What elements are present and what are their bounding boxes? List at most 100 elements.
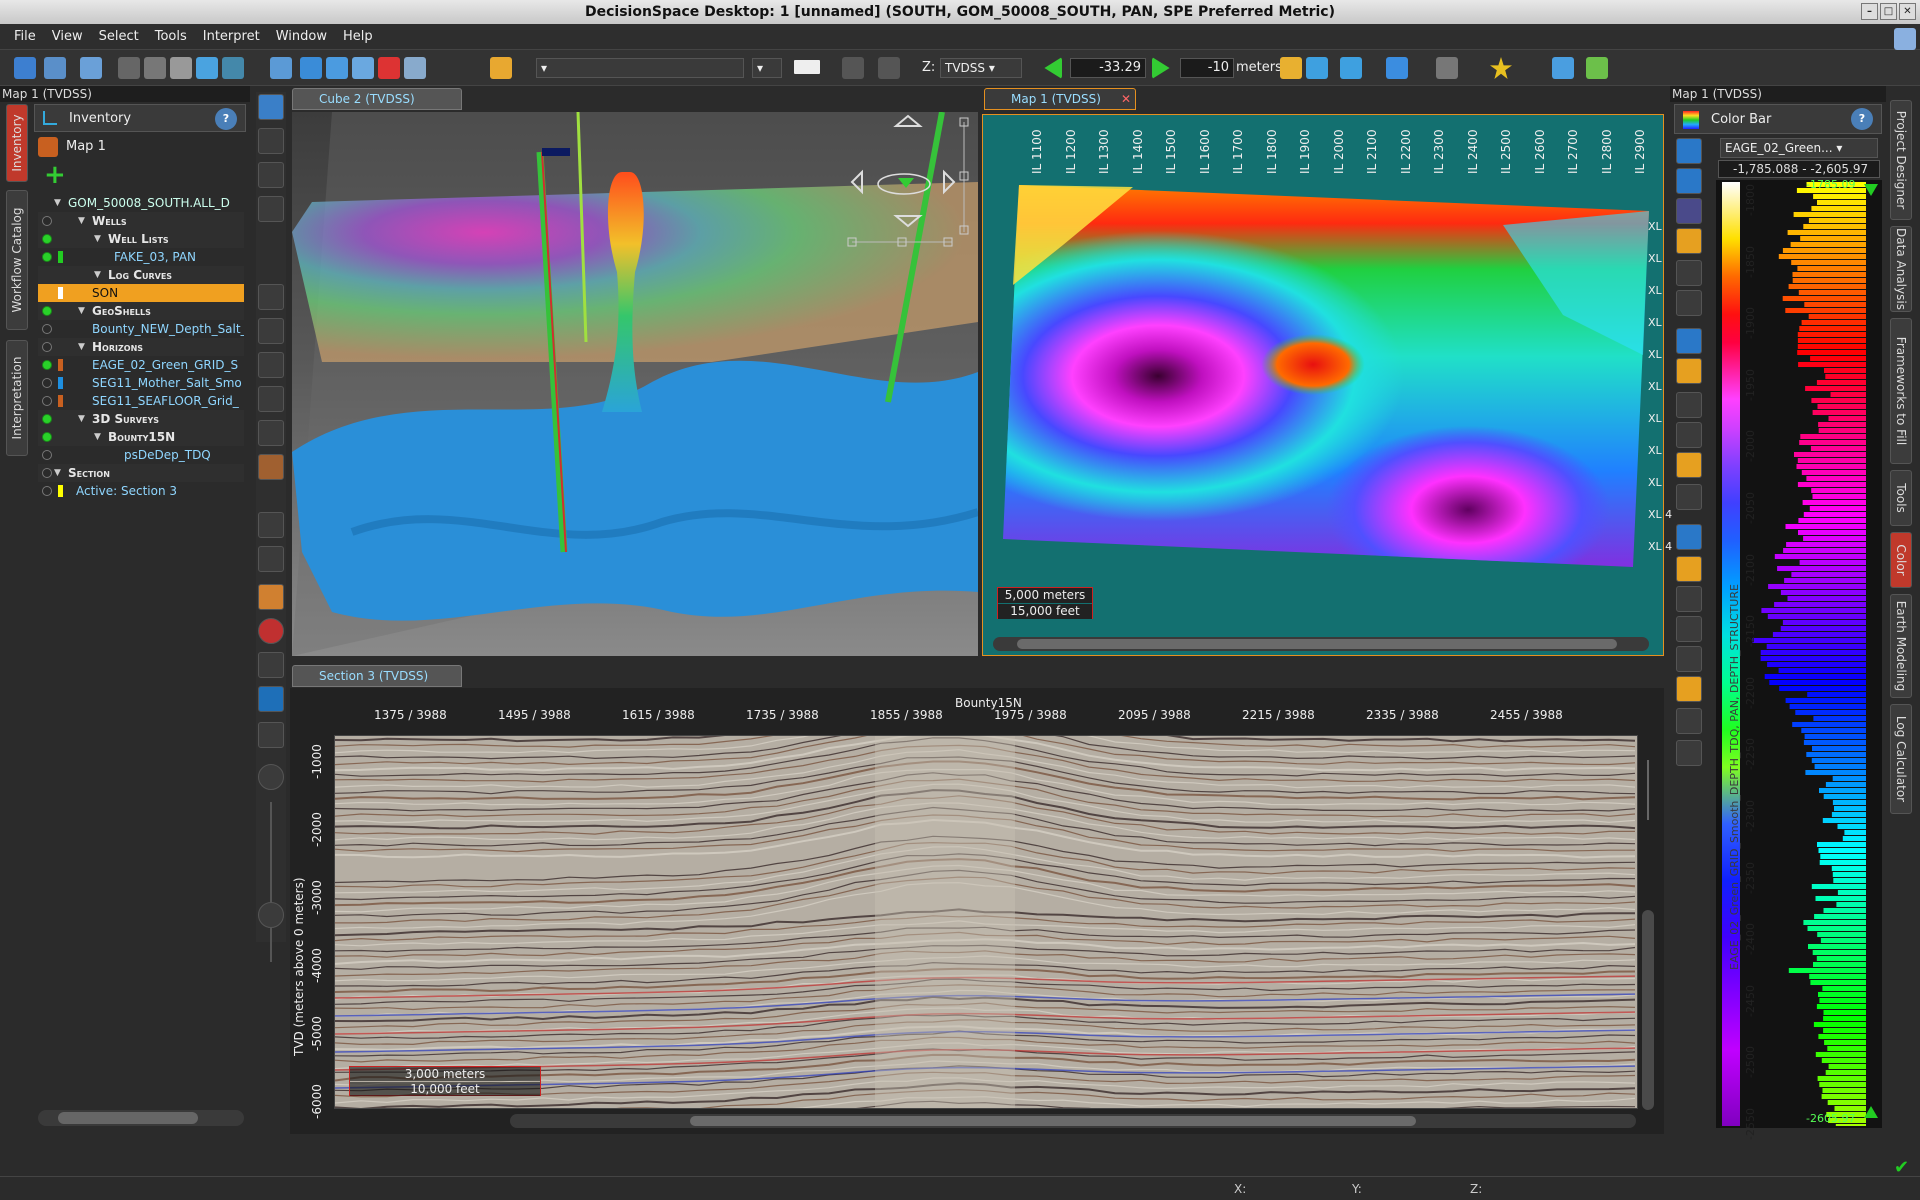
add-icon[interactable]: +: [44, 162, 68, 188]
camera-icon[interactable]: [404, 57, 426, 79]
color-swatch[interactable]: [794, 60, 820, 74]
colorbar-pointer-icon[interactable]: [1676, 392, 1702, 418]
tab-interpretation[interactable]: Interpretation: [6, 340, 28, 456]
colorbar-help-icon[interactable]: ?: [1851, 108, 1873, 130]
menu-tools[interactable]: Tools: [149, 29, 193, 44]
tab-inventory[interactable]: Inventory: [6, 104, 28, 182]
colorbar-curve2-icon[interactable]: [1676, 646, 1702, 672]
tree-row[interactable]: ▼ GeoShells: [38, 302, 244, 320]
close-window-button[interactable]: ✕: [1899, 3, 1916, 20]
right-tab[interactable]: Earth Modeling: [1890, 594, 1912, 698]
close-map-tab-icon[interactable]: ✕: [1121, 89, 1131, 109]
visibility-toggle[interactable]: [42, 252, 52, 262]
colorbar-add-icon[interactable]: [1676, 358, 1702, 384]
tree-row[interactable]: ▼ Horizons: [38, 338, 244, 356]
grid-icon[interactable]: [144, 57, 166, 79]
right-tab[interactable]: Frameworks to Fill: [1890, 318, 1912, 464]
tab-map-1[interactable]: Map 1 (TVDSS) ✕: [984, 88, 1136, 110]
home-icon[interactable]: [1306, 57, 1328, 79]
seismic-tool-icon[interactable]: [258, 722, 284, 748]
visibility-toggle[interactable]: [42, 396, 52, 406]
attribute-select[interactable]: ▾: [536, 58, 744, 78]
colorbar-display[interactable]: -1800 -1850 -1900 -1950 -2000 -2050 -2100 -2150…: [1716, 178, 1882, 1140]
left-scrollbar[interactable]: [38, 1110, 244, 1126]
menu-window[interactable]: Window: [270, 29, 333, 44]
tree-row[interactable]: ▼ Bounty15N: [38, 428, 244, 446]
section-scrollbar-thumb[interactable]: [690, 1116, 1416, 1126]
well-icon[interactable]: [196, 57, 218, 79]
colorbar-refresh-icon[interactable]: [1676, 168, 1702, 194]
right-tab[interactable]: Project Designer: [1890, 100, 1912, 220]
session-icon[interactable]: [80, 57, 102, 79]
visibility-toggle[interactable]: [42, 342, 52, 352]
survey-icon[interactable]: [352, 57, 374, 79]
help-icon[interactable]: ?: [215, 108, 237, 130]
map-item[interactable]: Map 1: [34, 134, 246, 160]
colorbar-chart-icon[interactable]: [1676, 556, 1702, 582]
cube-3d-view[interactable]: [292, 112, 978, 656]
colorbar-list-icon[interactable]: [1676, 138, 1702, 164]
triangle-tool-icon[interactable]: [258, 512, 284, 538]
frame-tool-icon[interactable]: [258, 686, 284, 712]
step-back-icon[interactable]: [1044, 57, 1062, 79]
crosshair-icon[interactable]: [1586, 57, 1608, 79]
tree-row[interactable]: psDeDep_TDQ: [38, 446, 244, 464]
tree-row[interactable]: EAGE_02_Green_GRID_S: [38, 356, 244, 374]
undo-icon[interactable]: [842, 57, 864, 79]
menu-help[interactable]: Help: [337, 29, 379, 44]
tree-row[interactable]: ▼ GOM_50008_SOUTH.ALL_D: [38, 194, 244, 212]
paint-tool-icon[interactable]: [258, 584, 284, 610]
maximize-button[interactable]: □: [1880, 3, 1897, 20]
mode-select[interactable]: ▾: [752, 58, 782, 78]
triangle-edit-icon[interactable]: [258, 546, 284, 572]
z-domain-select[interactable]: TVDSS ▾: [940, 58, 1022, 78]
section-vertical-slider[interactable]: [1640, 740, 1656, 1110]
pan-tool-icon[interactable]: [258, 128, 284, 154]
cursor-icon[interactable]: [1894, 28, 1916, 50]
colorbar-redo-icon[interactable]: [1676, 290, 1702, 316]
tree-row[interactable]: SEG11_Mother_Salt_Smo: [38, 374, 244, 392]
menu-file[interactable]: File: [8, 29, 42, 44]
colorbar-curve-icon[interactable]: [1676, 616, 1702, 642]
home-all-icon[interactable]: [1340, 57, 1362, 79]
lock-icon[interactable]: [170, 57, 192, 79]
minimize-button[interactable]: –: [1861, 3, 1878, 20]
rotate-tool-icon[interactable]: [258, 196, 284, 222]
expand-icon[interactable]: ▼: [54, 194, 61, 212]
tree-row[interactable]: ▼ Wells: [38, 212, 244, 230]
section-scrollbar[interactable]: [510, 1114, 1636, 1128]
expand-icon[interactable]: ▼: [78, 410, 85, 428]
visibility-toggle[interactable]: [42, 216, 52, 226]
swap-icon[interactable]: [1280, 57, 1302, 79]
expand-icon[interactable]: ▼: [94, 266, 101, 284]
visibility-toggle[interactable]: [42, 486, 52, 496]
expand-icon[interactable]: ▼: [94, 230, 101, 248]
right-tab[interactable]: Tools: [1890, 470, 1912, 526]
expand-icon[interactable]: ▼: [78, 302, 85, 320]
tree-row[interactable]: FAKE_03, PAN: [38, 248, 244, 266]
colorbar-bottom-handle[interactable]: [1864, 1106, 1878, 1118]
ruler-icon[interactable]: [222, 57, 244, 79]
tab-workflow-catalog[interactable]: Workflow Catalog: [6, 190, 28, 330]
box-select-icon[interactable]: [258, 454, 284, 480]
zoom-in-icon[interactable]: [258, 764, 284, 790]
visibility-toggle[interactable]: [42, 234, 52, 244]
colorbar-marker-icon[interactable]: [1676, 452, 1702, 478]
grid-layout-icon[interactable]: [1552, 57, 1574, 79]
pick-tool-icon[interactable]: [258, 284, 284, 310]
tab-cube-2[interactable]: Cube 2 (TVDSS): [292, 88, 462, 110]
seismic-section[interactable]: 3,000 meters 10,000 feet: [334, 735, 1638, 1109]
zoom-slider[interactable]: [270, 802, 272, 962]
tree-row[interactable]: ▼ Well Lists: [38, 230, 244, 248]
record-icon[interactable]: [378, 57, 400, 79]
visibility-toggle[interactable]: [42, 378, 52, 388]
colorbar-select[interactable]: EAGE_02_Green... ▾: [1720, 138, 1878, 158]
map-scrollbar-thumb[interactable]: [1017, 639, 1617, 649]
visibility-toggle[interactable]: [42, 468, 52, 478]
expand-icon[interactable]: ▼: [78, 212, 85, 230]
z-value-field[interactable]: -33.29: [1070, 58, 1146, 78]
map-view[interactable]: 5,000 meters 15,000 feet: [982, 114, 1664, 656]
pencil-icon[interactable]: [490, 57, 512, 79]
colorbar-save-icon[interactable]: [1676, 228, 1702, 254]
visibility-toggle[interactable]: [42, 414, 52, 424]
